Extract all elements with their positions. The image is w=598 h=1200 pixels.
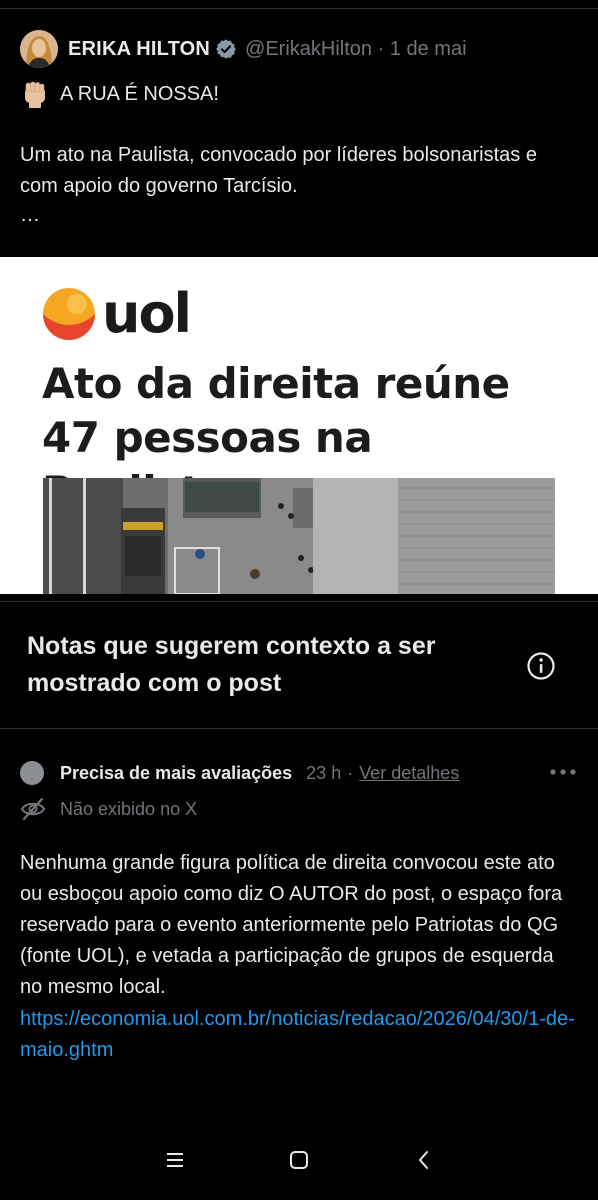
- note-source-link[interactable]: https://economia.uol.com.br/noticias/red…: [20, 1004, 582, 1066]
- status-dot-icon: [20, 761, 44, 785]
- notes-section-title: Notas que sugerem contexto a ser mostrad…: [27, 632, 436, 697]
- note-header: Precisa de mais avaliações 23 h · Ver de…: [20, 760, 580, 786]
- section-divider: [0, 601, 598, 602]
- raised-fist-icon: [25, 81, 45, 108]
- tweet-header: ERIKA HILTON @ErikakHilton · 1 de mai: [20, 30, 580, 68]
- tweet-first-line: A RUA É NOSSA!: [20, 78, 219, 110]
- top-divider: [0, 8, 598, 9]
- tweet-body: Um ato na Paulista, convocado por lídere…: [20, 144, 537, 197]
- aerial-street-photo: [43, 478, 555, 594]
- home-icon[interactable]: [287, 1148, 311, 1172]
- info-icon[interactable]: [526, 651, 556, 681]
- more-options-icon[interactable]: [548, 762, 578, 782]
- see-details-link[interactable]: Ver detalhes: [359, 763, 459, 784]
- tweet-media-image[interactable]: uol Ato da direita reúne 47 pessoas na P…: [0, 257, 598, 594]
- verified-badge-icon: [216, 39, 236, 59]
- recent-apps-icon[interactable]: [163, 1148, 187, 1172]
- tweet-ellipsis[interactable]: …: [20, 204, 40, 227]
- eye-off-icon: [20, 797, 46, 821]
- note-time: 23 h: [306, 762, 342, 783]
- tweet-first-line-text: A RUA É NOSSA!: [60, 82, 219, 105]
- handle-and-date[interactable]: @ErikakHilton · 1 de mai: [245, 38, 466, 61]
- not-shown-text: Não exibido no X: [60, 798, 198, 819]
- author-name[interactable]: ERIKA HILTON: [68, 38, 210, 61]
- notes-divider: [0, 728, 598, 729]
- note-separator: ·: [347, 762, 354, 783]
- system-nav-bar: [0, 1140, 598, 1180]
- not-shown-row: Não exibido no X: [20, 796, 197, 822]
- back-icon[interactable]: [412, 1148, 436, 1172]
- uol-logo-circle-icon: [43, 288, 95, 340]
- note-status: Precisa de mais avaliações: [60, 762, 293, 783]
- uol-wordmark: uol: [102, 282, 192, 345]
- note-body: Nenhuma grande figura política de direit…: [20, 852, 563, 998]
- uol-logo: uol: [42, 282, 192, 345]
- avatar[interactable]: [20, 30, 58, 68]
